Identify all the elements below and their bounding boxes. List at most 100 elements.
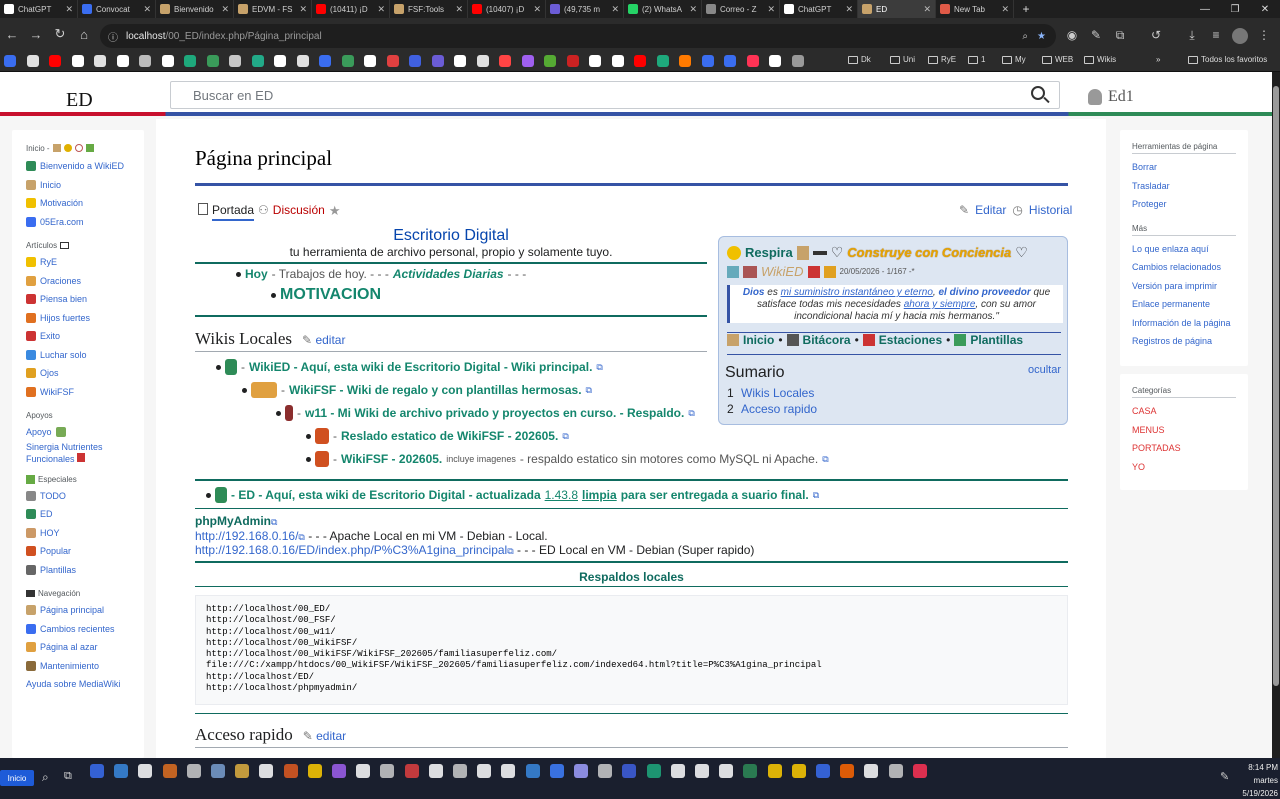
taskbar-app-icon[interactable]: [646, 764, 661, 778]
bookmark-favicon-icon[interactable]: [589, 55, 601, 67]
wiki-link[interactable]: Reslado estatico de WikiFSF - 202605.: [341, 429, 558, 443]
sidebar-item-apoyo[interactable]: Apoyo: [26, 423, 144, 442]
minimize-icon[interactable]: —: [1190, 0, 1220, 18]
toc-item[interactable]: 2 Acceso rapido: [727, 401, 817, 417]
all-bookmarks-folder[interactable]: Todos los favoritos: [1188, 55, 1267, 64]
search-icon[interactable]: ⌕: [42, 770, 49, 785]
wiki-link[interactable]: WikiFSF - 202605.: [341, 452, 442, 466]
bookmarks-overflow-icon[interactable]: »: [1156, 55, 1160, 64]
taskbar-app-icon[interactable]: [138, 764, 153, 778]
zoom-icon[interactable]: ⌕: [1022, 31, 1028, 42]
sidebar-item-articulos-7[interactable]: WikiFSF: [26, 383, 144, 402]
tab-close-icon[interactable]: ✕: [845, 4, 853, 15]
bookmark-favicon-icon[interactable]: [71, 55, 84, 67]
taskbar-app-icon[interactable]: [90, 764, 104, 778]
sidebar-link[interactable]: Borrar: [1132, 158, 1236, 177]
bookmark-folder[interactable]: 1: [968, 55, 985, 64]
sidebar-item-navegacion-2[interactable]: Página al azar: [26, 638, 144, 657]
tab-close-icon[interactable]: ✕: [377, 4, 385, 15]
forward-icon[interactable]: →: [24, 27, 48, 42]
new-tab-button[interactable]: +: [1014, 2, 1038, 16]
bookmark-favicon-icon[interactable]: [769, 55, 781, 67]
bookmark-favicon-icon[interactable]: [409, 55, 421, 67]
tab-close-icon[interactable]: ✕: [533, 4, 541, 15]
infobox-nav-link[interactable]: Plantillas: [970, 333, 1023, 347]
sidebar-item-especiales-4[interactable]: Plantillas: [26, 561, 144, 580]
search-icon[interactable]: [1031, 86, 1045, 100]
url1-link[interactable]: http://192.168.0.16/: [195, 529, 298, 543]
taskbar-app-icon[interactable]: [259, 764, 274, 778]
bookmark-folder[interactable]: Dk: [848, 55, 871, 64]
sidebar-item-inicio-0[interactable]: Bienvenido a WikiED: [26, 157, 144, 176]
reading-list-icon[interactable]: ≡: [1208, 28, 1224, 44]
page-scrollbar[interactable]: [1272, 72, 1280, 758]
taskbar-app-icon[interactable]: [186, 764, 201, 778]
bookmark-favicon-icon[interactable]: [94, 55, 106, 67]
sidebar-item-especiales-2[interactable]: HOY: [26, 524, 144, 543]
taskbar-app-icon[interactable]: [114, 764, 129, 778]
sidebar-link[interactable]: Registros de página: [1132, 332, 1236, 351]
infobox-nav-link[interactable]: Estaciones: [879, 333, 942, 347]
taskbar-app-icon[interactable]: [598, 764, 613, 778]
taskbar-app-icon[interactable]: [453, 764, 467, 778]
taskbar-app-icon[interactable]: [235, 764, 250, 778]
bookmark-favicon-icon[interactable]: [4, 55, 16, 67]
pen-icon[interactable]: ✎: [1220, 770, 1229, 783]
bookmark-favicon-icon[interactable]: [701, 55, 714, 67]
taskbar-app-icon[interactable]: [695, 764, 709, 778]
browser-tab[interactable]: (10407) ¡D ✕: [468, 0, 546, 18]
taskbar-app-icon[interactable]: [622, 764, 637, 778]
sidebar-link[interactable]: Trasladar: [1132, 177, 1236, 196]
bookmark-folder[interactable]: Wikis: [1084, 55, 1116, 64]
start-button[interactable]: Inicio: [0, 770, 34, 786]
taskbar-app-icon[interactable]: [864, 764, 879, 778]
bookmark-folder[interactable]: Uni: [890, 55, 915, 64]
bookmark-favicon-icon[interactable]: [791, 55, 804, 67]
sidebar-link[interactable]: Lo que enlaza aquí: [1132, 240, 1236, 259]
taskbar-app-icon[interactable]: [888, 764, 903, 778]
bookmark-favicon-icon[interactable]: [679, 55, 691, 67]
tab-close-icon[interactable]: ✕: [221, 4, 229, 15]
bookmark-favicon-icon[interactable]: [476, 55, 489, 67]
actividades-link[interactable]: Actividades Diarias: [393, 267, 504, 281]
browser-tab[interactable]: ED ✕: [858, 0, 936, 18]
bookmark-favicon-icon[interactable]: [341, 55, 354, 67]
sidebar-link[interactable]: Versión para imprimir: [1132, 277, 1236, 296]
sidebar-link[interactable]: Información de la página: [1132, 314, 1236, 333]
sidebar-item-articulos-4[interactable]: Exito: [26, 327, 144, 346]
taskbar-app-icon[interactable]: [525, 764, 540, 778]
user-menu[interactable]: Ed1: [1088, 88, 1134, 106]
toc-hide-link[interactable]: ocultar: [1028, 364, 1061, 376]
bookmark-favicon-icon[interactable]: [634, 55, 646, 67]
taskbar-app-icon[interactable]: [719, 764, 734, 778]
tab-close-icon[interactable]: ✕: [923, 4, 931, 15]
bookmark-favicon-icon[interactable]: [544, 55, 556, 67]
home-icon[interactable]: ⌂: [72, 27, 96, 42]
bookmark-folder[interactable]: My: [1002, 55, 1026, 64]
browser-tab[interactable]: Convocat ✕: [78, 0, 156, 18]
sidebar-item-navegacion-0[interactable]: Página principal: [26, 601, 144, 620]
taskbar-app-icon[interactable]: [574, 764, 588, 778]
browser-tab[interactable]: Correo - Z ✕: [702, 0, 780, 18]
bookmark-favicon-icon[interactable]: [274, 55, 286, 67]
taskbar-app-icon[interactable]: [840, 764, 855, 778]
toc-link[interactable]: Acceso rapido: [741, 402, 817, 416]
system-clock[interactable]: 8:14 PM martes 5/19/2026: [1236, 761, 1278, 799]
bookmark-favicon-icon[interactable]: [116, 55, 129, 67]
history-icon[interactable]: ↺: [1148, 28, 1164, 44]
taskbar-app-icon[interactable]: [767, 764, 782, 778]
bookmark-favicon-icon[interactable]: [431, 55, 444, 67]
edit-button[interactable]: Editar: [975, 203, 1006, 217]
taskbar-app-icon[interactable]: [428, 764, 443, 778]
browser-tab[interactable]: (49,735 m ✕: [546, 0, 624, 18]
site-info-icon[interactable]: ⓘ: [108, 29, 118, 44]
browser-tab[interactable]: FSF:Tools ✕: [390, 0, 468, 18]
browser-tab[interactable]: EDVM - FS ✕: [234, 0, 312, 18]
sidebar-item-navegacion-3[interactable]: Mantenimiento: [26, 657, 144, 676]
taskbar-app-icon[interactable]: [404, 764, 419, 778]
tab-close-icon[interactable]: ✕: [455, 4, 463, 15]
taskbar-app-icon[interactable]: [743, 764, 758, 778]
sidebar-item-articulos-0[interactable]: RyE: [26, 253, 144, 272]
ed-text[interactable]: - ED - Aquí, esta wiki de Escritorio Dig…: [231, 488, 541, 502]
sidebar-item-especiales-3[interactable]: Popular: [26, 542, 144, 561]
